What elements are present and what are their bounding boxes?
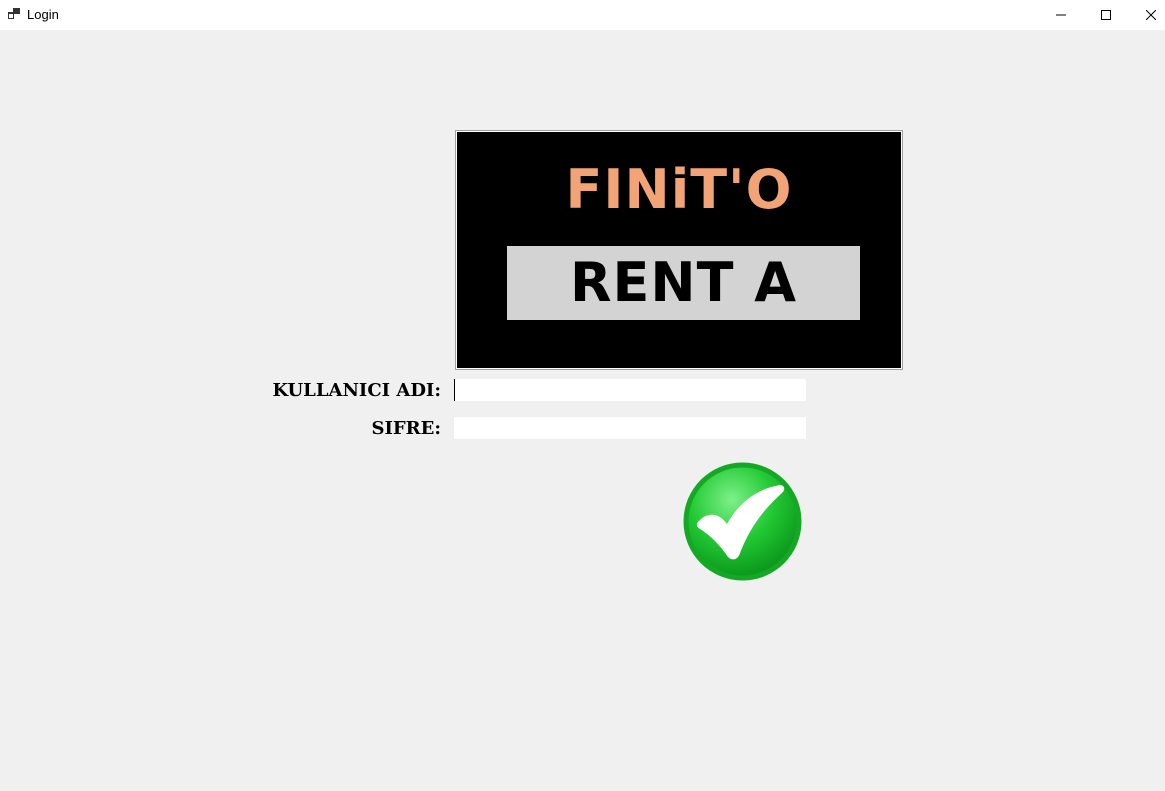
password-input[interactable] <box>454 417 806 439</box>
minimize-icon <box>1056 14 1066 16</box>
app-window-icon <box>8 8 20 19</box>
close-icon <box>1146 10 1156 20</box>
close-button[interactable] <box>1128 0 1165 30</box>
logo-subtitle-banner: RENT A CAR <box>507 246 860 376</box>
title-bar: Login <box>0 0 1165 30</box>
logo-image: FINiT'O RENT A CAR <box>455 130 903 376</box>
maximize-icon <box>1101 10 1111 20</box>
logo-subtitle: RENT A CAR <box>569 251 798 377</box>
username-input[interactable] <box>454 379 806 401</box>
password-label: SIFRE: <box>371 418 441 439</box>
checkmark-icon <box>683 462 802 581</box>
username-label: KULLANICI ADI: <box>272 380 441 401</box>
login-button[interactable] <box>682 461 803 582</box>
logo-title: FINiT'O <box>565 158 793 221</box>
minimize-button[interactable] <box>1038 0 1084 30</box>
maximize-button[interactable] <box>1083 0 1129 30</box>
window-title: Login <box>27 7 59 22</box>
